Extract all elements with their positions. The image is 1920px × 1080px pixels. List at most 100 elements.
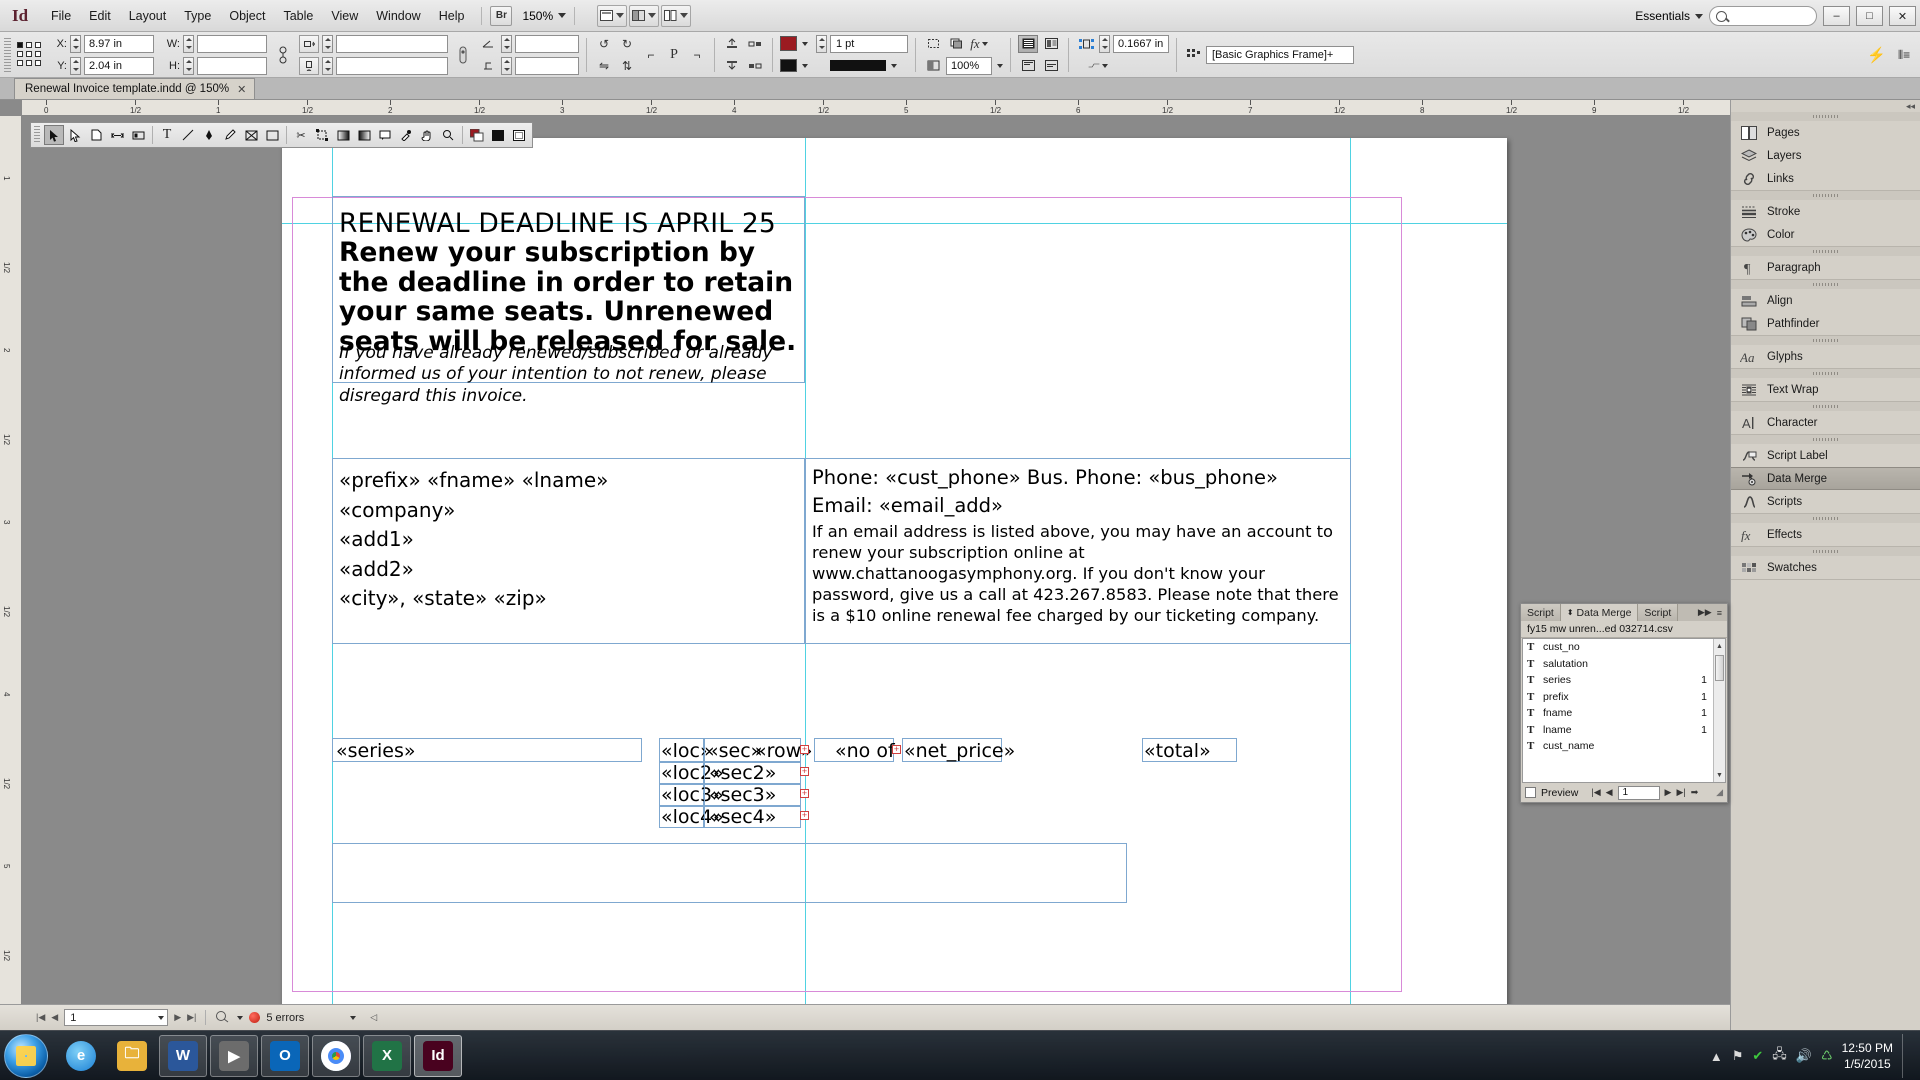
h-field[interactable] [197,56,267,75]
clock[interactable]: 12:50 PM 1/5/2015 [1842,1040,1893,1072]
rotate-ccw-icon[interactable]: ↺ [594,35,614,53]
shear-field[interactable] [515,56,579,75]
show-desktop-button[interactable] [1902,1034,1912,1078]
dock-item-glyphs[interactable]: Aa Glyphs [1731,345,1920,368]
rotate-field[interactable] [515,34,579,53]
reference-point-selector[interactable] [17,41,43,68]
dock-group-grip[interactable] [1731,402,1920,411]
line-tool-icon[interactable] [178,125,198,145]
record-last-button[interactable]: ▶| [1676,787,1685,798]
menu-view[interactable]: View [322,5,367,27]
status-resize-handle[interactable]: ◁ [370,1012,377,1023]
maximize-button[interactable]: □ [1856,6,1883,26]
screen-mode-icon[interactable] [597,4,628,27]
record-next-button[interactable]: ▶ [1665,787,1672,798]
dock-group-grip[interactable] [1731,547,1920,556]
page-tool-icon[interactable] [86,125,106,145]
overset-indicator[interactable]: + [800,767,809,776]
error-chevron-icon[interactable] [350,1015,357,1020]
search-input[interactable] [1709,6,1817,26]
view-mode-icon[interactable] [629,4,660,27]
quick-apply-icon[interactable]: ⚡ [1867,46,1886,64]
scale-y-field[interactable] [336,56,448,75]
page-first-button[interactable]: |◀ [36,1012,45,1023]
panel-resize-handle[interactable]: ◢ [1716,787,1723,798]
shear-stepper[interactable] [501,56,512,75]
eyedropper-tool-icon[interactable] [396,125,416,145]
dock-group-grip[interactable] [1731,435,1920,444]
bridge-button[interactable]: Br [490,5,513,26]
data-merge-field-row[interactable]: Tsalutation [1523,656,1725,673]
scale-x-field[interactable] [336,34,448,53]
record-prev-button[interactable]: ◀ [1606,787,1613,798]
network-icon[interactable]: 🖧 [1772,1045,1787,1067]
preflight-icon[interactable] [215,1010,229,1026]
dock-item-pages[interactable]: Pages [1731,121,1920,144]
taskbar-app-internet-explorer[interactable]: e [57,1035,105,1077]
free-transform-tool-icon[interactable] [312,125,332,145]
show-hidden-icons-icon[interactable]: ▲ [1710,1049,1723,1064]
gradient-feather-tool-icon[interactable] [354,125,374,145]
taskbar-app-indesign[interactable]: Id [414,1034,462,1077]
w-field[interactable] [197,34,267,53]
scale-x-stepper[interactable] [322,34,333,53]
direct-selection-tool-icon[interactable] [65,125,85,145]
dock-item-character[interactable]: A Character [1731,411,1920,434]
dock-group-grip[interactable] [1731,280,1920,289]
select-container-icon[interactable]: ⌐ [641,46,661,64]
fill-color-swatch[interactable] [780,59,797,72]
menu-window[interactable]: Window [367,5,429,27]
menu-edit[interactable]: Edit [80,5,120,27]
rotate-stepper[interactable] [501,34,512,53]
data-merge-field-row[interactable]: Tlname 1 [1523,722,1725,739]
text-wrap-shape-icon[interactable] [1088,57,1108,75]
dock-item-color[interactable]: Color [1731,223,1920,246]
zoom-level-control[interactable]: 150% [522,9,567,23]
tab-data-merge[interactable]: ⬍ Data Merge [1560,604,1639,621]
hand-tool-icon[interactable] [417,125,437,145]
stroke-style-preview[interactable] [830,60,886,71]
opacity-chevron-icon[interactable] [997,63,1003,68]
close-icon[interactable]: ✕ [237,83,246,96]
taskbar-app-excel[interactable]: X [363,1034,411,1077]
drop-shadow-icon[interactable] [946,35,966,53]
workspace-switcher[interactable]: Essentials [1635,9,1703,23]
preflight-chevron-icon[interactable] [237,1015,244,1020]
gradient-swatch-tool-icon[interactable] [333,125,353,145]
data-merge-field-row[interactable]: Tfname 1 [1523,705,1725,722]
data-merge-field-row[interactable]: Tprefix 1 [1523,689,1725,706]
vertical-ruler[interactable]: 1 1/2 2 1/2 3 1/2 4 1/2 5 1/2 [0,116,22,1004]
dock-item-swatches[interactable]: Swatches [1731,556,1920,579]
select-previous-icon[interactable] [745,35,765,53]
select-content-icon[interactable]: ¬ [687,46,707,64]
sync-icon[interactable]: ♺ [1821,1048,1833,1064]
stroke-weight-stepper[interactable] [816,34,827,53]
taskbar-app-word[interactable]: W [159,1034,207,1077]
menu-object[interactable]: Object [220,5,274,27]
normal-view-mode-icon[interactable] [509,125,529,145]
zoom-tool-icon[interactable] [438,125,458,145]
preview-checkbox[interactable] [1525,787,1536,798]
taskbar-app-outlook[interactable]: O [261,1034,309,1077]
selection-tool-icon[interactable] [44,125,64,145]
fill-color-chevron-icon[interactable] [802,63,808,68]
document-page[interactable]: RENEWAL DEADLINE IS APRIL 25 Renew your … [282,138,1507,1004]
rectangle-frame-tool-icon[interactable] [241,125,261,145]
tab-script-left[interactable]: Script [1521,604,1561,621]
taskbar-app-file-explorer[interactable]: 🗀 [108,1035,156,1077]
dock-item-paragraph[interactable]: ¶ Paragraph [1731,256,1920,279]
overset-indicator[interactable]: + [800,745,809,754]
x-field[interactable]: 8.97 in [84,34,154,53]
page-next-button[interactable]: ▶ [174,1012,181,1023]
panel-overflow-icon[interactable]: ▶▶ [1698,607,1712,618]
dock-item-links[interactable]: Links [1731,167,1920,190]
effects-fx-icon[interactable]: fx [969,35,989,53]
dock-item-scripts[interactable]: Scripts [1731,490,1920,513]
fill-stroke-swatch-icon[interactable] [467,125,487,145]
select-next-icon[interactable] [745,57,765,75]
note-tool-icon[interactable] [375,125,395,145]
toolbar-grip[interactable] [34,126,40,144]
w-stepper[interactable] [183,34,194,53]
volume-icon[interactable]: 🔊 [1796,1048,1812,1064]
data-merge-field-list[interactable]: Tcust_no Tsalutation Tseries 1 Tprefix 1 Tfnam… [1522,638,1726,783]
